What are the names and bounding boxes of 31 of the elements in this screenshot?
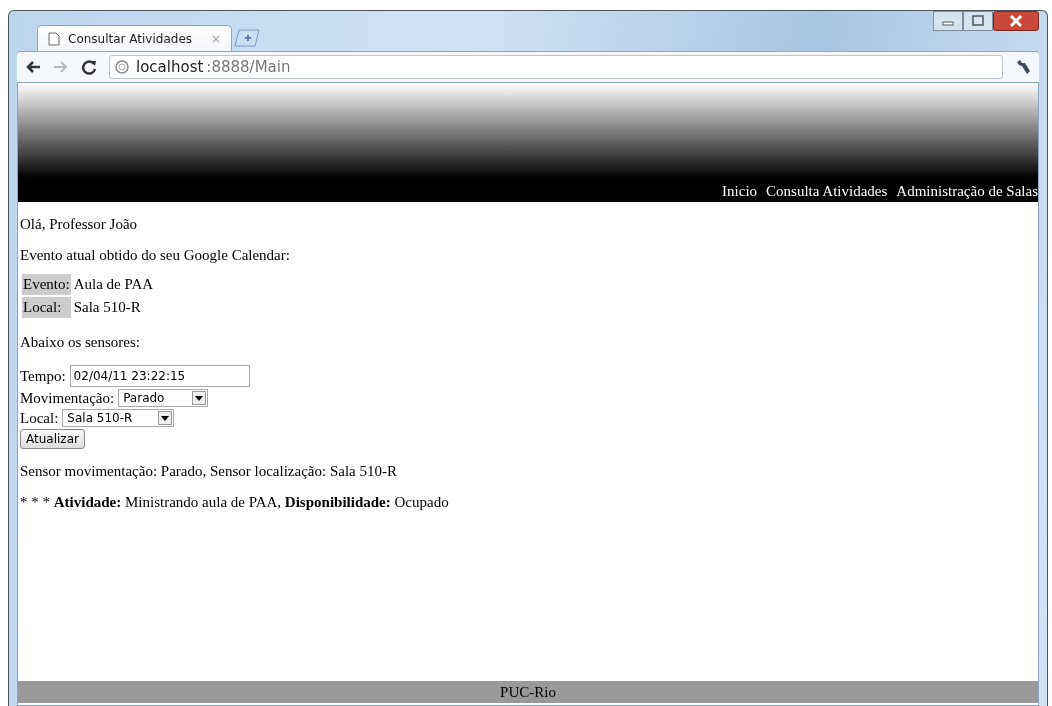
event-label: Evento:	[22, 274, 71, 295]
movement-label: Movimentação:	[20, 389, 115, 407]
minimize-icon[interactable]	[933, 11, 963, 31]
footer: PUC-Rio	[18, 681, 1038, 703]
activity-status: * * *Atividade: Ministrando aula de PAA, Disponibilidade: Ocupado	[20, 494, 450, 511]
nav-link[interactable]: Inicio	[722, 183, 758, 200]
page-icon	[48, 31, 60, 46]
location-dropdown[interactable]: Sala 510-R	[62, 409, 175, 427]
caret-icon	[195, 395, 204, 401]
reload-icon[interactable]	[81, 59, 97, 75]
nav-link[interactable]: Consulta Atividades	[766, 183, 888, 200]
back-icon[interactable]	[25, 60, 41, 74]
browser-tab[interactable]: Consultar Atividades ×	[37, 25, 232, 51]
event-value: Aula de PAA	[72, 275, 155, 294]
address-bar[interactable]: localhost :8888/Main	[109, 55, 1003, 79]
movement-dropdown[interactable]: Parado	[118, 389, 209, 407]
greeting: Olá, Professor João	[20, 216, 139, 233]
close-icon[interactable]	[993, 11, 1039, 31]
event-intro: Evento atual obtido do seu Google Calendar:	[20, 247, 291, 264]
time-field[interactable]: 02/04/11 23:22:15	[69, 365, 250, 387]
new-tab-icon[interactable]	[234, 29, 260, 47]
caret-icon	[161, 415, 170, 421]
location-label: Local:	[20, 409, 59, 427]
event-label: Local:	[22, 297, 71, 318]
nav-link[interactable]: Administração de Salas	[896, 183, 1038, 200]
time-label: Tempo:	[20, 367, 66, 385]
sensor-status: Sensor movimentação: Parado, Sensor localização: Sala 510-R	[20, 463, 398, 480]
maximize-icon[interactable]	[963, 11, 993, 31]
event-value: Sala 510-R	[72, 298, 142, 317]
update-button[interactable]: Atualizar	[20, 429, 85, 449]
sensors-intro: Abaixo os sensores:	[20, 334, 141, 351]
